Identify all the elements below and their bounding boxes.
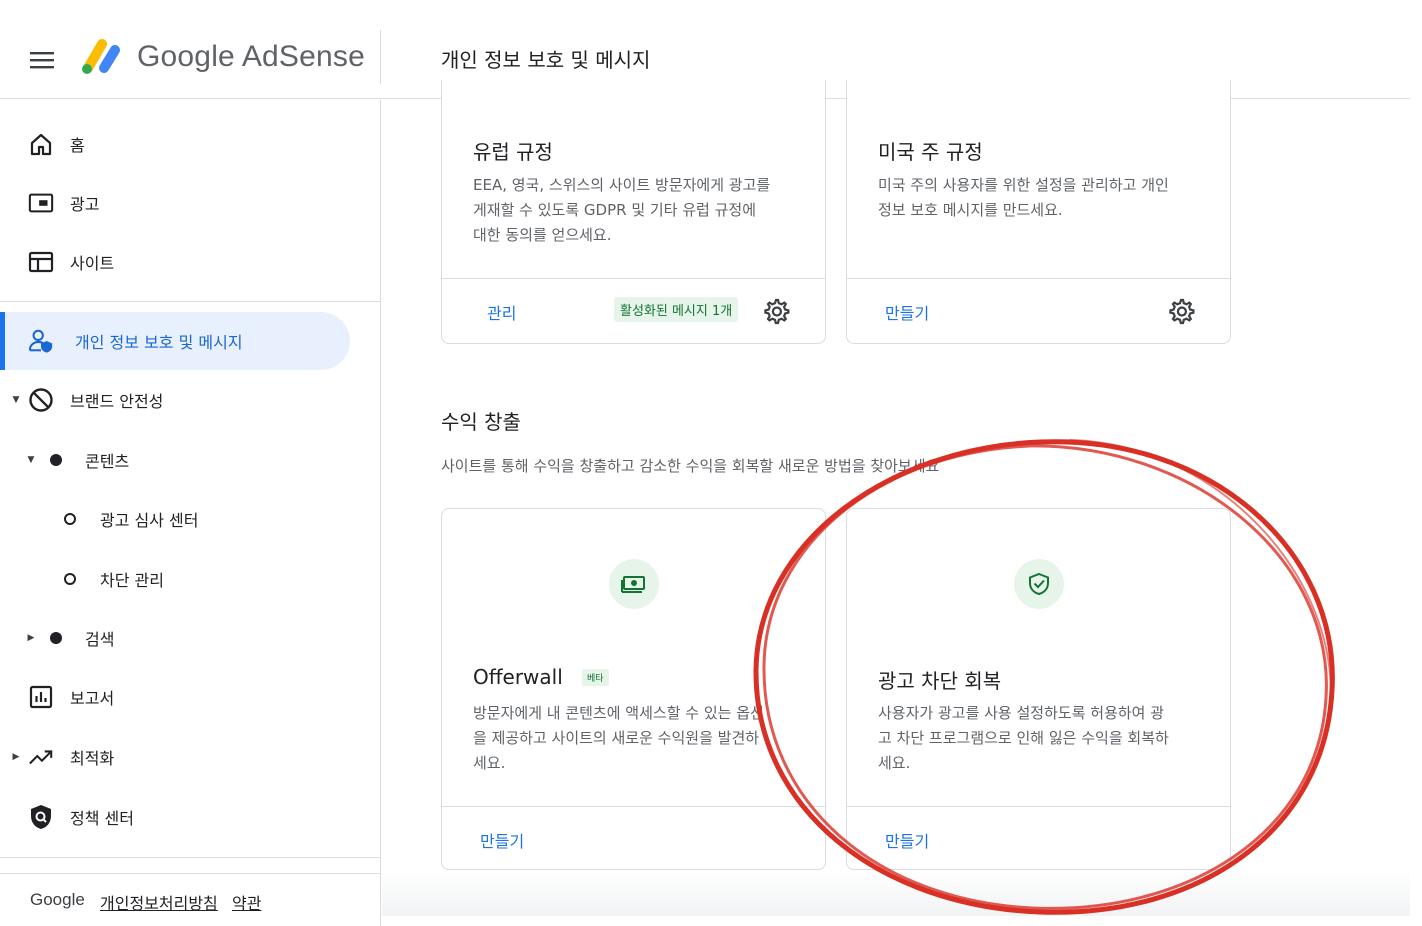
- page-title: 개인 정보 보호 및 메시지: [441, 48, 651, 72]
- sidebar-item-label: 보고서: [70, 689, 115, 708]
- card-description-line: 게재할 수 있도록 GDPR 및 기타 유럽 규정에: [473, 201, 757, 219]
- sidebar-footer: Google 개인정보처리방침 약관: [0, 873, 380, 926]
- privacy-messaging-icon: [28, 328, 54, 354]
- sidebar-item-content[interactable]: ▼ 콘텐츠: [0, 431, 350, 489]
- sidebar-item-label: 검색: [85, 630, 115, 649]
- card-description-line: 정보 보호 메시지를 만드세요.: [878, 201, 1063, 219]
- gear-icon[interactable]: [1167, 297, 1195, 325]
- sidebar-item-blocking-controls[interactable]: 차단 관리: [0, 550, 350, 608]
- brand-name[interactable]: Google AdSense: [137, 40, 365, 74]
- sidebar-item-brand-safety[interactable]: ▼ 브랜드 안전성: [0, 371, 350, 429]
- us-state-regulations-card: 미국 주 규정 미국 주의 사용자를 위한 설정을 관리하고 개인 정보 보호 …: [846, 80, 1231, 344]
- sidebar-item-label: 사이트: [70, 254, 115, 273]
- create-button[interactable]: 만들기: [885, 300, 929, 324]
- reports-icon: [28, 684, 54, 710]
- sidebar-item-label: 홈: [70, 136, 85, 155]
- home-icon: [28, 131, 54, 157]
- sidebar-item-reports[interactable]: 보고서: [0, 668, 350, 726]
- caret-down-icon[interactable]: ▼: [26, 455, 36, 465]
- beta-badge: 베타: [582, 669, 609, 686]
- card-divider: [847, 278, 1230, 279]
- sidebar-item-ads[interactable]: 광고: [0, 174, 350, 232]
- main-menu-button[interactable]: [22, 40, 62, 80]
- card-description-line: 미국 주의 사용자를 위한 설정을 관리하고 개인: [878, 176, 1169, 194]
- sidebar-item-ad-review-center[interactable]: 광고 심사 센터: [0, 490, 350, 548]
- monetization-section-description: 사이트를 통해 수익을 창출하고 감소한 수익을 회복할 새로운 방법을 찾아보…: [441, 457, 940, 475]
- bullet-dot-icon: [50, 454, 62, 466]
- bullet-ring-icon: [64, 573, 76, 585]
- card-description-line: EEA, 영국, 스위스의 사이트 방문자에게 광고를: [473, 176, 771, 194]
- sidebar-item-label: 최적화: [70, 749, 115, 768]
- hamburger-menu-icon: [30, 52, 54, 69]
- card-title: 미국 주 규정: [878, 140, 983, 164]
- create-offerwall-button[interactable]: 만들기: [480, 828, 524, 852]
- sidebar-item-privacy-messaging[interactable]: 개인 정보 보호 및 메시지: [0, 312, 350, 370]
- money-icon: [609, 559, 659, 609]
- ads-icon: [28, 190, 54, 216]
- caret-right-icon[interactable]: ▶: [11, 752, 21, 762]
- sidebar-divider: [0, 301, 380, 302]
- sidebar-divider: [0, 857, 380, 858]
- bullet-dot-icon: [50, 632, 62, 644]
- adsense-logo-icon[interactable]: [80, 38, 124, 78]
- bullet-ring-icon: [64, 513, 76, 525]
- active-messages-badge: 활성화된 메시지 1개: [614, 297, 739, 322]
- sidebar-item-home[interactable]: 홈: [0, 115, 350, 173]
- card-title: 광고 차단 회복: [878, 669, 1002, 693]
- card-description-line: 대한 동의를 얻으세요.: [473, 226, 612, 244]
- sidebar-item-policy-center[interactable]: 정책 센터: [0, 788, 350, 846]
- policy-shield-icon: [28, 804, 54, 830]
- sites-icon: [28, 249, 54, 275]
- card-description: EEA, 영국, 스위스의 사이트 방문자에게 광고를 게재할 수 있도록 GD…: [473, 173, 770, 248]
- shield-check-icon: [1014, 559, 1064, 609]
- ad-blocking-recovery-card: 광고 차단 회복 사용자가 광고를 사용 설정하도록 허용하여 광 고 차단 프…: [846, 508, 1231, 870]
- monetization-section-title: 수익 창출: [441, 410, 521, 434]
- card-description-line: 세요.: [878, 754, 911, 772]
- card-description: 미국 주의 사용자를 위한 설정을 관리하고 개인 정보 보호 메시지를 만드세…: [878, 173, 1169, 223]
- header-divider: [380, 30, 381, 84]
- sidebar-item-label: 브랜드 안전성: [70, 392, 164, 411]
- sidebar-item-label: 정책 센터: [70, 809, 134, 828]
- card-description-line: 고 차단 프로그램으로 인해 잃은 수익을 회복하: [878, 729, 1169, 747]
- card-description-line: 방문자에게 내 콘텐츠에 액세스할 수 있는 옵션: [473, 704, 764, 722]
- sidebar-item-label: 콘텐츠: [85, 452, 130, 471]
- card-divider: [442, 806, 825, 807]
- card-divider: [847, 806, 1230, 807]
- caret-right-icon[interactable]: ▶: [26, 633, 36, 643]
- manage-button[interactable]: 관리: [487, 300, 516, 324]
- sidebar-item-label: 개인 정보 보호 및 메시지: [75, 333, 243, 352]
- card-description-line: 사용자가 광고를 사용 설정하도록 허용하여 광: [878, 704, 1165, 722]
- sidebar-item-sites[interactable]: 사이트: [0, 233, 350, 291]
- sidebar-item-label: 차단 관리: [100, 571, 164, 590]
- card-description: 방문자에게 내 콘텐츠에 액세스할 수 있는 옵션 을 제공하고 사이트의 새로…: [473, 701, 764, 776]
- sidebar-item-search[interactable]: ▶ 검색: [0, 609, 350, 667]
- european-regulations-card: 유럽 규정 EEA, 영국, 스위스의 사이트 방문자에게 광고를 게재할 수 …: [441, 80, 826, 344]
- create-ad-block-recovery-button[interactable]: 만들기: [885, 828, 929, 852]
- scroll-shadow: [382, 870, 1410, 916]
- sidebar-item-optimization[interactable]: ▶ 최적화: [0, 728, 350, 786]
- privacy-policy-link[interactable]: 개인정보처리방침: [100, 890, 218, 914]
- card-description-line: 세요.: [473, 754, 506, 772]
- caret-down-icon[interactable]: ▼: [11, 395, 21, 405]
- offerwall-card: Offerwall 베타 방문자에게 내 콘텐츠에 액세스할 수 있는 옵션 을…: [441, 508, 826, 870]
- card-title: 유럽 규정: [473, 140, 553, 164]
- trending-up-icon: [28, 744, 54, 770]
- google-wordmark: Google: [30, 890, 85, 909]
- card-description-line: 을 제공하고 사이트의 새로운 수익원을 발견하: [473, 729, 760, 747]
- card-divider: [442, 278, 825, 279]
- sidebar-nav: 홈 광고 사이트 개인 정보 보호 및 메시지 ▼ 브랜드 안전성 ▼ 콘텐츠: [0, 100, 381, 926]
- card-title: Offerwall: [473, 665, 563, 689]
- sidebar-item-label: 광고: [70, 195, 100, 214]
- terms-link[interactable]: 약관: [232, 890, 261, 914]
- block-icon: [28, 387, 54, 413]
- card-description: 사용자가 광고를 사용 설정하도록 허용하여 광 고 차단 프로그램으로 인해 …: [878, 701, 1169, 776]
- gear-icon[interactable]: [762, 297, 790, 325]
- sidebar-item-label: 광고 심사 센터: [100, 511, 199, 530]
